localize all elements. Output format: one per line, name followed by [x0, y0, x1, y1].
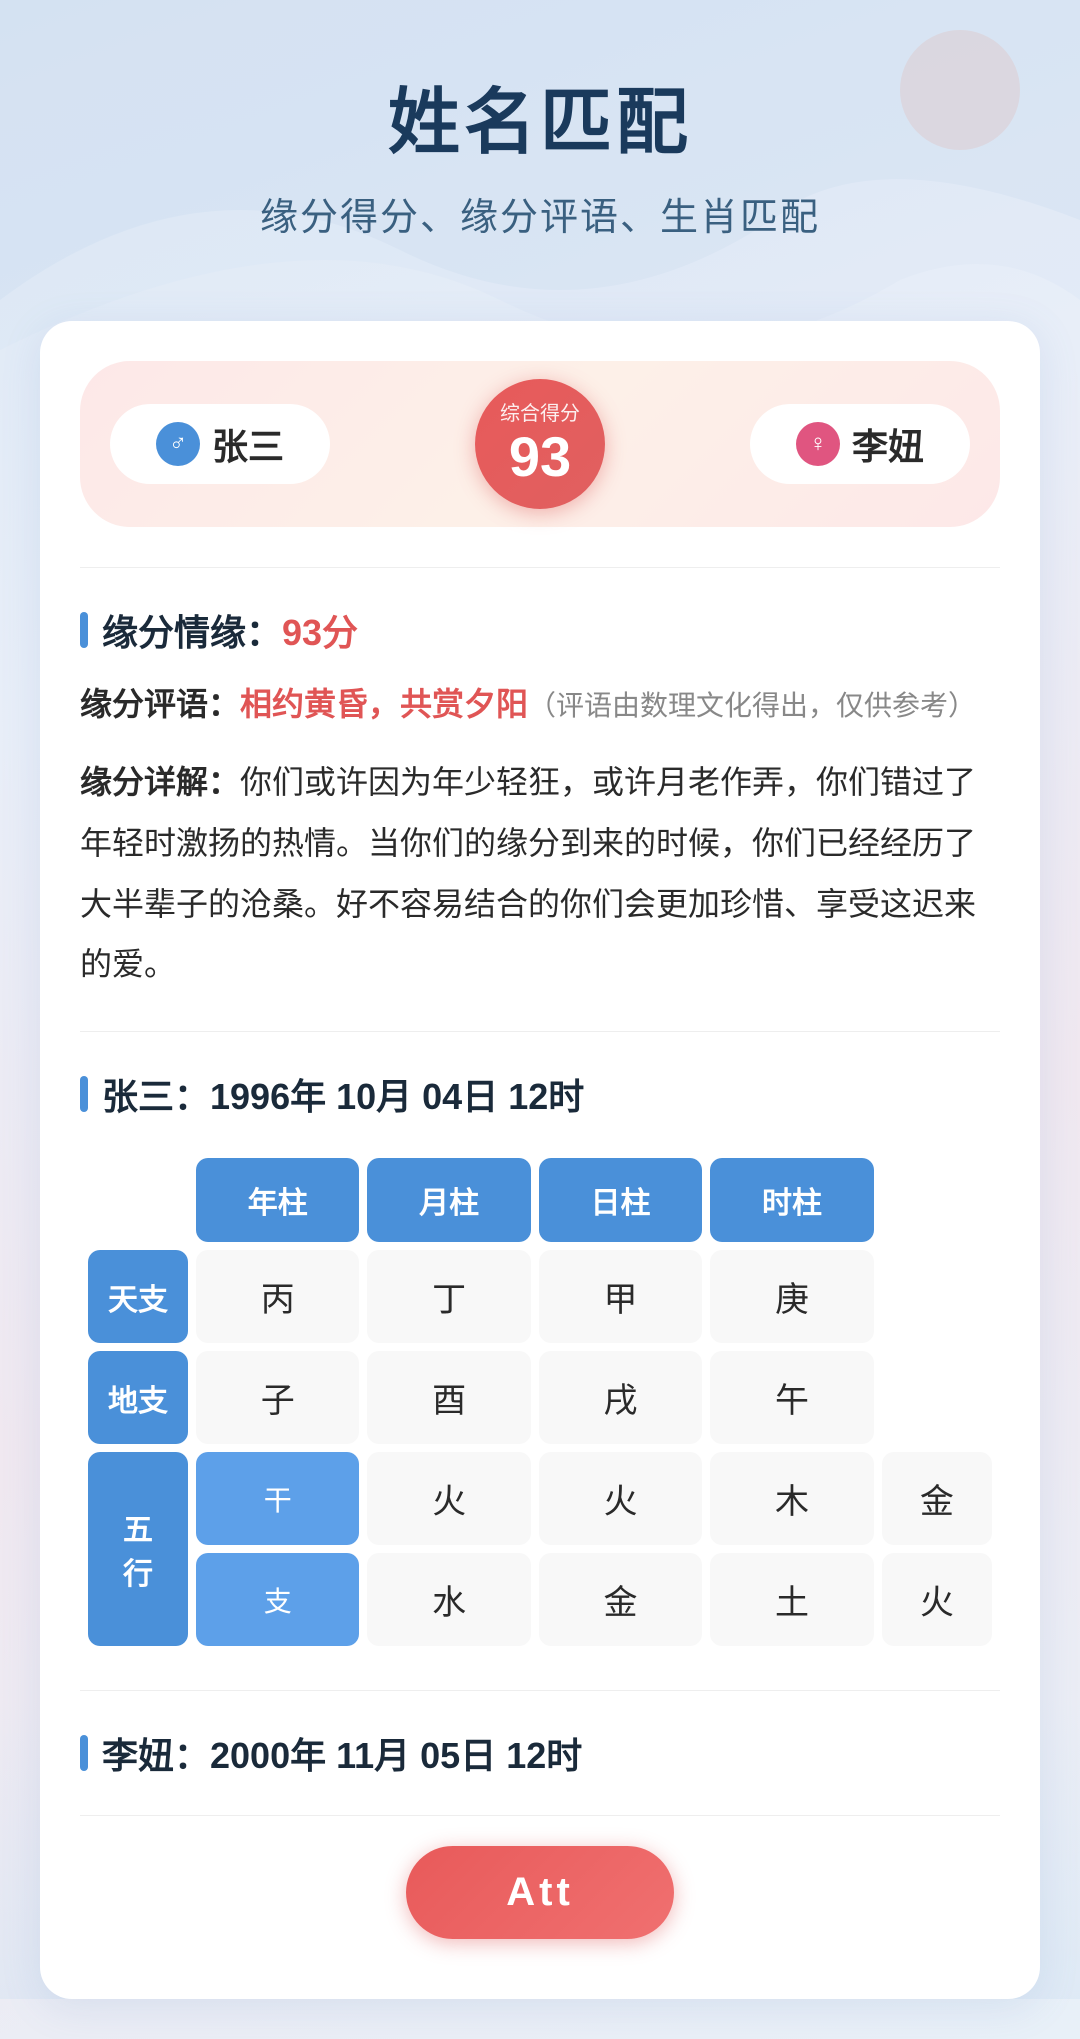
col-rizhu: 日柱 — [539, 1158, 702, 1242]
page-header: 姓名匹配 缘分得分、缘分评语、生肖匹配 — [0, 0, 1080, 261]
section-bar-2 — [80, 1076, 88, 1112]
wuxing-zhi-shi: 火 — [882, 1553, 992, 1646]
bazi-table: 年柱 月柱 日柱 时柱 天支 丙 丁 甲 庚 地支 子 酉 — [80, 1150, 1000, 1654]
tiangan-nian: 丙 — [196, 1250, 359, 1343]
tiangan-yue: 丁 — [367, 1250, 530, 1343]
dizhi-yue: 酉 — [367, 1351, 530, 1444]
person1-section: 张三：1996年 10月 04日 12时 年柱 月柱 日柱 时柱 天支 丙 丁 … — [80, 1031, 1000, 1654]
score-header: ♂ 张三 综合得分 93 ♀ 李妞 — [80, 361, 1000, 527]
person2-section: 李妞：2000年 11月 05日 12时 — [80, 1690, 1000, 1779]
person1-name: 张三 — [212, 418, 284, 470]
tiangan-ri: 甲 — [539, 1250, 702, 1343]
person2-date-title: 李妞：2000年 11月 05日 12时 — [80, 1727, 1000, 1779]
bottom-section: Att — [80, 1815, 1000, 1949]
person1-date-title: 张三：1996年 10月 04日 12时 — [80, 1068, 1000, 1120]
yuanfen-section: 缘分情缘：93分 缘分评语：相约黄昏，共赏夕阳（评语由数理文化得出，仅供参考） … — [80, 567, 1000, 995]
section-bar-3 — [80, 1735, 88, 1771]
main-card: ♂ 张三 综合得分 93 ♀ 李妞 缘分情缘：93分 缘分评语：相约黄昏，共赏夕… — [40, 321, 1040, 1999]
tiangan-shi: 庚 — [710, 1250, 873, 1343]
col-nianzhu: 年柱 — [196, 1158, 359, 1242]
page-title: 姓名匹配 — [0, 80, 1080, 166]
wuxing-zhi-nian: 水 — [367, 1553, 530, 1646]
tiangan-label: 天支 — [88, 1250, 188, 1343]
wuxing-zhi-row: 支 水 金 土 火 — [88, 1553, 992, 1646]
dizhi-shi: 午 — [710, 1351, 873, 1444]
wuxing-zhi-yue: 金 — [539, 1553, 702, 1646]
female-icon: ♀ — [796, 422, 840, 466]
page-subtitle: 缘分得分、缘分评语、生肖匹配 — [0, 186, 1080, 241]
person1-tag: ♂ 张三 — [110, 404, 330, 484]
col-yuezhu: 月柱 — [367, 1158, 530, 1242]
yuanfen-title: 缘分情缘：93分 — [102, 604, 358, 656]
tiangan-row: 天支 丙 丁 甲 庚 — [88, 1250, 992, 1343]
comment-row: 缘分评语：相约黄昏，共赏夕阳（评语由数理文化得出，仅供参考） — [80, 676, 1000, 734]
dizhi-label: 地支 — [88, 1351, 188, 1444]
score-label: 综合得分 — [500, 402, 580, 426]
score-circle: 综合得分 93 — [475, 379, 605, 509]
person2-date-label: 李妞：2000年 11月 05日 12时 — [102, 1727, 582, 1779]
wuxing-outer-label: 五行 — [88, 1452, 188, 1646]
person1-date-label: 张三：1996年 10月 04日 12时 — [102, 1068, 584, 1120]
section-bar — [80, 612, 88, 648]
detail-text: 缘分详解：你们或许因为年少轻狂，或许月老作弄，你们错过了年轻时激扬的热情。当你们… — [80, 752, 1000, 995]
wuxing-zhi-ri: 土 — [710, 1553, 873, 1646]
score-number: 93 — [509, 426, 571, 488]
att-button[interactable]: Att — [406, 1846, 674, 1939]
yuanfen-title-row: 缘分情缘：93分 — [80, 604, 1000, 656]
dizhi-nian: 子 — [196, 1351, 359, 1444]
wuxing-gan-shi: 金 — [882, 1452, 992, 1545]
person2-name: 李妞 — [852, 418, 924, 470]
person2-tag: ♀ 李妞 — [750, 404, 970, 484]
dizhi-row: 地支 子 酉 戌 午 — [88, 1351, 992, 1444]
wuxing-gan-row: 五行 干 火 火 木 金 — [88, 1452, 992, 1545]
male-icon: ♂ — [156, 422, 200, 466]
dizhi-ri: 戌 — [539, 1351, 702, 1444]
col-shizhu: 时柱 — [710, 1158, 873, 1242]
wuxing-inner-zhi: 支 — [196, 1553, 359, 1646]
wuxing-gan-yue: 火 — [539, 1452, 702, 1545]
wuxing-gan-nian: 火 — [367, 1452, 530, 1545]
wuxing-inner-gan: 干 — [196, 1452, 359, 1545]
wuxing-gan-ri: 木 — [710, 1452, 873, 1545]
